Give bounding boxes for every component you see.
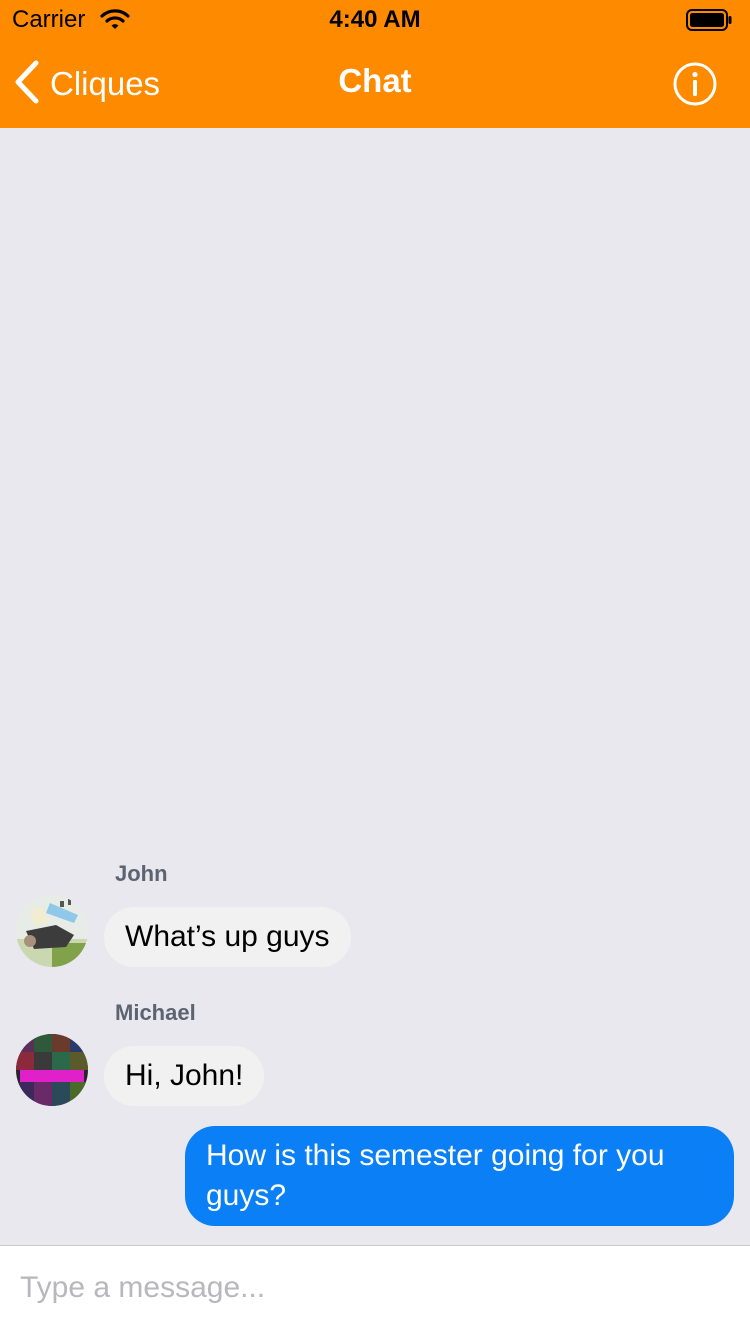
message-input[interactable]	[20, 1266, 720, 1310]
message-composer	[0, 1245, 750, 1335]
avatar[interactable]	[16, 895, 88, 967]
top-bar: Carrier 4:40 AM Cliques Chat	[0, 0, 750, 128]
status-bar: Carrier 4:40 AM	[0, 0, 750, 40]
info-icon[interactable]	[672, 61, 718, 107]
avatar[interactable]	[16, 1034, 88, 1106]
status-time: 4:40 AM	[329, 6, 421, 33]
back-button[interactable]: Cliques	[14, 60, 160, 108]
battery-icon	[686, 9, 732, 31]
navigation-bar: Cliques Chat	[0, 40, 750, 128]
message-bubble[interactable]: What’s up guys	[104, 907, 351, 967]
message-bubble[interactable]: Hi, John!	[104, 1046, 265, 1106]
chevron-left-icon	[14, 60, 40, 109]
back-button-label: Cliques	[50, 65, 161, 102]
sender-name: Michael	[115, 1000, 196, 1025]
sender-name: John	[115, 861, 168, 886]
message-bubble-outgoing[interactable]: How is this semester going for you guys?	[185, 1126, 734, 1226]
